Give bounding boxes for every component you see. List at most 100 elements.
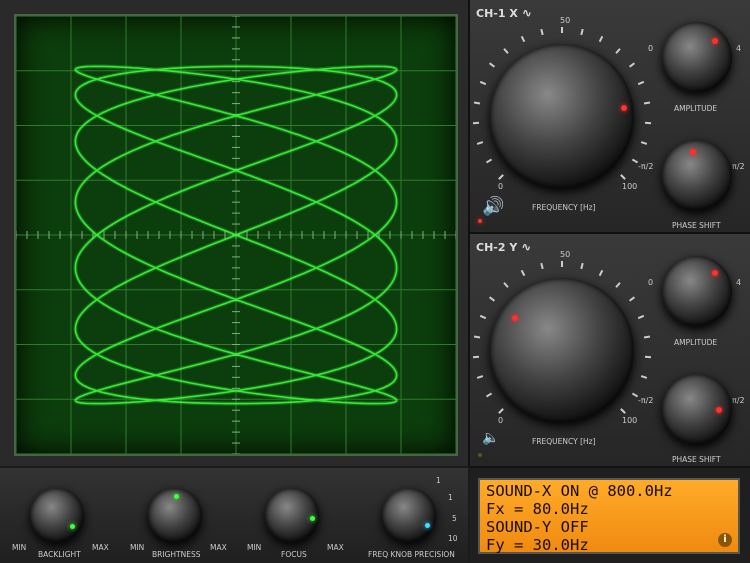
freq-y-max-label: 100 <box>622 416 638 425</box>
amplitude-x-knob[interactable] <box>662 22 732 92</box>
precision-step-2: 1 <box>448 493 453 502</box>
frequency-scale-tick <box>520 270 526 277</box>
lcd-frame: SOUND-X ON @ 800.0Hz Fx = 80.0Hz SOUND-Y… <box>470 468 750 563</box>
channel-y-panel: CH-2 Y ∿ 50 0 100 FREQUENCY [Hz] 🔈 0 4 AM… <box>470 234 750 468</box>
frequency-x-knob[interactable] <box>490 44 634 188</box>
focus-knob[interactable] <box>265 488 319 542</box>
amplitude-y-knob[interactable] <box>662 256 732 326</box>
focus-indicator <box>310 516 315 521</box>
phase-y-max-label: π/2 <box>732 396 745 405</box>
frequency-scale-tick <box>485 158 492 164</box>
oscilloscope-frame <box>0 0 470 466</box>
focus-max-label: MAX <box>327 543 344 552</box>
precision-label: FREQ KNOB PRECISION <box>368 550 455 559</box>
freq-y-label: FREQUENCY [Hz] <box>532 437 596 446</box>
oscilloscope-screen <box>14 14 458 456</box>
speaker-off-icon[interactable]: 🔈 <box>482 430 499 446</box>
freq-y-min-label: 0 <box>498 416 504 425</box>
frequency-scale-tick <box>638 81 645 86</box>
frequency-scale-tick <box>580 263 584 270</box>
freq-x-max-label: 100 <box>622 182 638 191</box>
phase-x-knob[interactable] <box>662 140 732 210</box>
frequency-scale-tick <box>619 173 626 180</box>
frequency-x-indicator <box>621 105 627 111</box>
frequency-y-knob[interactable] <box>490 278 634 422</box>
brightness-min-label: MIN <box>130 543 145 552</box>
freq-x-min-label: 0 <box>498 182 504 191</box>
amp-y-label: AMPLITUDE <box>674 338 718 347</box>
frequency-scale-tick <box>598 36 604 43</box>
frequency-scale-tick <box>520 36 526 43</box>
freq-x-mid-label: 50 <box>560 16 571 25</box>
backlight-label: BACKLIGHT <box>38 550 81 559</box>
sound-x-led <box>478 219 482 223</box>
status-lcd: SOUND-X ON @ 800.0Hz Fx = 80.0Hz SOUND-Y… <box>478 478 740 554</box>
frequency-scale-tick <box>619 407 626 414</box>
sound-y-led <box>478 453 482 457</box>
display-controls-bar: MIN MAX BACKLIGHT MIN MAX BRIGHTNESS MIN… <box>0 468 468 563</box>
frequency-scale-tick <box>477 374 484 379</box>
freq-y-mid-label: 50 <box>560 250 571 259</box>
amp-y-min-label: 0 <box>648 278 654 287</box>
phase-x-min-label: -π/2 <box>638 162 654 171</box>
frequency-scale-tick <box>644 355 651 358</box>
frequency-scale-tick <box>561 27 563 33</box>
brightness-max-label: MAX <box>210 543 227 552</box>
frequency-scale-tick <box>473 101 481 104</box>
frequency-scale-tick <box>473 121 480 124</box>
oscilloscope-display <box>16 16 456 454</box>
precision-step-3: 5 <box>452 514 457 523</box>
frequency-scale-tick <box>640 374 647 379</box>
frequency-scale-tick <box>638 315 645 320</box>
precision-step-1: 1 <box>436 476 441 485</box>
lcd-line-1: SOUND-X ON @ 800.0Hz <box>486 482 673 500</box>
phase-x-label: PHASE SHIFT <box>672 221 721 230</box>
backlight-min-label: MIN <box>12 543 27 552</box>
phase-x-indicator <box>690 149 696 155</box>
precision-step-4: 10 <box>448 534 458 543</box>
frequency-scale-tick <box>540 263 544 270</box>
frequency-y-indicator <box>512 315 518 321</box>
frequency-scale-tick <box>628 62 635 69</box>
frequency-scale-tick <box>643 101 651 104</box>
frequency-scale-tick <box>540 29 544 36</box>
frequency-scale-tick <box>632 392 639 398</box>
backlight-knob[interactable] <box>30 488 84 542</box>
amplitude-x-indicator <box>712 38 718 44</box>
speaker-on-icon[interactable]: 🔊 <box>482 196 504 217</box>
frequency-scale-tick <box>640 140 647 145</box>
brightness-label: BRIGHTNESS <box>152 550 201 559</box>
phase-y-min-label: -π/2 <box>638 396 654 405</box>
frequency-scale-tick <box>643 335 651 338</box>
phase-y-label: PHASE SHIFT <box>672 455 721 464</box>
backlight-indicator <box>70 524 75 529</box>
phase-y-knob[interactable] <box>662 374 732 444</box>
frequency-scale-tick <box>628 296 635 303</box>
precision-indicator <box>425 523 430 528</box>
frequency-scale-tick <box>580 29 584 36</box>
backlight-max-label: MAX <box>92 543 109 552</box>
freq-precision-knob[interactable] <box>382 488 436 542</box>
frequency-scale-tick <box>503 47 509 54</box>
frequency-scale-tick <box>489 296 496 303</box>
frequency-scale-tick <box>489 62 496 69</box>
amp-x-label: AMPLITUDE <box>674 104 718 113</box>
sine-wave-icon: ∿ <box>521 6 532 20</box>
frequency-scale-tick <box>632 158 639 164</box>
frequency-scale-tick <box>498 407 505 414</box>
frequency-scale-tick <box>503 281 509 288</box>
info-icon[interactable]: i <box>718 533 732 547</box>
frequency-scale-tick <box>473 335 481 338</box>
frequency-scale-tick <box>644 121 651 124</box>
amp-x-min-label: 0 <box>648 44 654 53</box>
channel-x-title: CH-1 X ∿ <box>476 6 532 20</box>
frequency-scale-tick <box>479 81 486 86</box>
brightness-knob[interactable] <box>148 488 202 542</box>
frequency-scale-tick <box>615 47 621 54</box>
focus-label: FOCUS <box>281 550 307 559</box>
focus-min-label: MIN <box>247 543 262 552</box>
brightness-indicator <box>174 494 179 499</box>
frequency-scale-tick <box>498 173 505 180</box>
amplitude-y-indicator <box>712 270 718 276</box>
frequency-scale-tick <box>561 261 563 267</box>
